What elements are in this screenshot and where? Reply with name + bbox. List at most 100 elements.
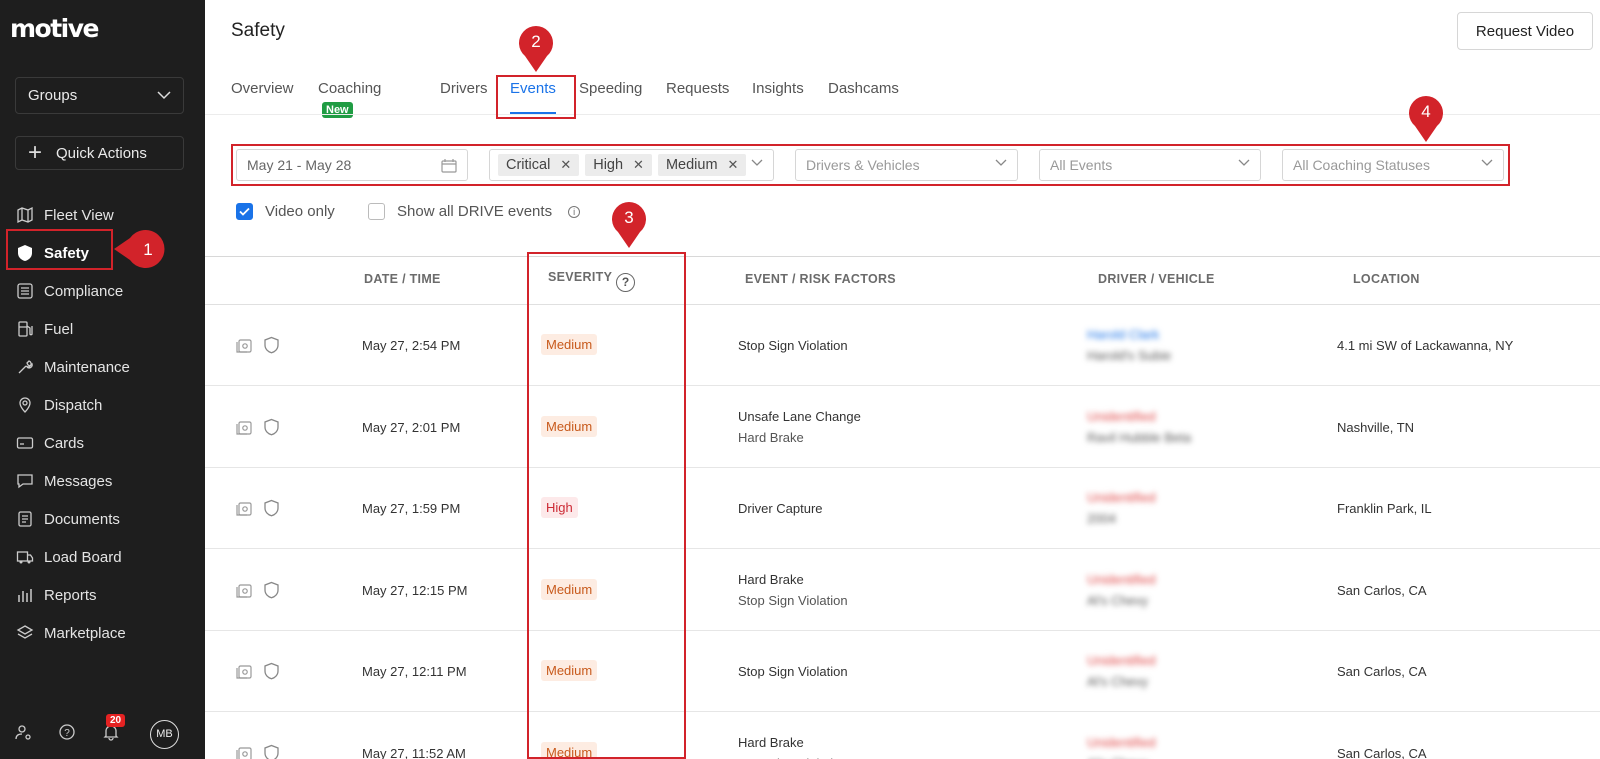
- event-location: San Carlos, CA: [1337, 664, 1427, 679]
- coaching-status-placeholder: All Coaching Statuses: [1293, 157, 1430, 173]
- groups-dropdown[interactable]: Groups: [15, 77, 184, 114]
- column-header-datetime[interactable]: DATE / TIME: [364, 272, 441, 286]
- quick-actions-button[interactable]: + Quick Actions: [15, 136, 184, 170]
- help-icon[interactable]: ?: [58, 723, 76, 746]
- vehicle-name[interactable]: Harold's Subie: [1087, 348, 1171, 363]
- header-divider: [205, 114, 1600, 115]
- vehicle-name[interactable]: Al's Chevy: [1087, 593, 1148, 608]
- event-type: Stop Sign Violation: [738, 338, 848, 353]
- annotation-number: 3: [624, 208, 634, 227]
- event-type: Hard Brake: [738, 572, 804, 587]
- driver-name[interactable]: Unidentified: [1087, 735, 1156, 750]
- driver-name[interactable]: Unidentified: [1087, 409, 1156, 424]
- severity-chip-critical[interactable]: Critical ✕: [498, 154, 580, 176]
- video-only-checkbox[interactable]: [236, 203, 253, 220]
- sidebar-item-safety[interactable]: Safety: [0, 234, 205, 272]
- show-drive-checkbox[interactable]: [368, 203, 385, 220]
- annotation-number: 4: [1421, 102, 1431, 121]
- events-filter[interactable]: All Events: [1039, 149, 1261, 181]
- sidebar-item-cards[interactable]: Cards: [0, 424, 205, 462]
- sidebar-item-dispatch[interactable]: Dispatch: [0, 386, 205, 424]
- shield-icon[interactable]: [263, 662, 280, 680]
- sidebar-item-messages[interactable]: Messages: [0, 462, 205, 500]
- driver-name[interactable]: Unidentified: [1087, 653, 1156, 668]
- sidebar-item-fuel[interactable]: Fuel: [0, 310, 205, 348]
- event-datetime: May 27, 12:11 PM: [362, 664, 467, 679]
- plus-icon: +: [28, 139, 43, 166]
- table-row[interactable]: May 27, 11:52 AMMediumHard BrakeStop Sig…: [205, 713, 1600, 759]
- video-clip-icon[interactable]: [236, 582, 253, 599]
- column-header-severity[interactable]: SEVERITY?: [548, 270, 636, 292]
- shield-icon[interactable]: [263, 336, 280, 354]
- info-icon[interactable]: i: [568, 205, 581, 218]
- table-row[interactable]: May 27, 12:11 PM Medium Stop Sign Violatio…: [205, 631, 1600, 712]
- severity-badge: Medium: [541, 742, 598, 759]
- table-row[interactable]: May 27, 1:59 PM High Driver Capture Unident…: [205, 468, 1600, 549]
- vehicle-name[interactable]: Al's Chevy: [1087, 674, 1148, 689]
- severity-chip-medium[interactable]: Medium ✕: [657, 154, 747, 176]
- video-only-checkbox-row[interactable]: Video only: [236, 203, 335, 220]
- row-icons: [236, 581, 280, 599]
- sidebar-item-marketplace[interactable]: Marketplace: [0, 614, 205, 652]
- sidebar-item-reports[interactable]: Reports: [0, 576, 205, 614]
- tab-drivers[interactable]: Drivers: [440, 78, 488, 114]
- table-row[interactable]: May 27, 2:54 PM Medium Stop Sign Violation…: [205, 305, 1600, 386]
- notifications-button[interactable]: 20: [102, 713, 126, 746]
- video-clip-icon[interactable]: [236, 419, 253, 436]
- severity-chip-high[interactable]: High ✕: [585, 154, 652, 176]
- column-header-driver[interactable]: DRIVER / VEHICLE: [1098, 272, 1215, 286]
- page-title: Safety: [231, 20, 285, 41]
- sidebar-item-documents[interactable]: Documents: [0, 500, 205, 538]
- shield-icon[interactable]: [263, 581, 280, 599]
- sidebar-item-fleet-view[interactable]: Fleet View: [0, 196, 205, 234]
- column-header-event[interactable]: EVENT / RISK FACTORS: [745, 272, 896, 286]
- tab-coaching[interactable]: Coaching New: [318, 78, 381, 118]
- row-icons: [236, 662, 280, 680]
- user-settings-icon[interactable]: [14, 723, 32, 746]
- map-icon: [16, 206, 34, 224]
- shield-icon[interactable]: [263, 499, 280, 517]
- avatar[interactable]: MB: [150, 719, 179, 749]
- tab-events[interactable]: Events: [496, 78, 570, 114]
- close-icon[interactable]: ✕: [633, 157, 644, 173]
- chip-label: Medium: [665, 157, 718, 173]
- sidebar-item-load-board[interactable]: Load Board: [0, 538, 205, 576]
- severity-filter[interactable]: Critical ✕ High ✕ Medium ✕: [489, 149, 774, 181]
- video-clip-icon[interactable]: [236, 745, 253, 759]
- column-header-location[interactable]: LOCATION: [1353, 272, 1420, 286]
- shield-icon[interactable]: [263, 418, 280, 436]
- coaching-status-filter[interactable]: All Coaching Statuses: [1282, 149, 1504, 181]
- tab-requests[interactable]: Requests: [666, 78, 729, 114]
- tab-insights[interactable]: Insights: [752, 78, 804, 114]
- driver-name[interactable]: Harold Clark: [1087, 327, 1159, 342]
- help-icon[interactable]: ?: [616, 272, 636, 292]
- table-row[interactable]: May 27, 2:01 PM Medium Unsafe Lane Change H…: [205, 387, 1600, 468]
- drivers-vehicles-filter[interactable]: Drivers & Vehicles: [795, 149, 1018, 181]
- shield-icon[interactable]: [263, 744, 280, 759]
- annotation-number: 2: [531, 32, 541, 51]
- close-icon[interactable]: ✕: [728, 157, 739, 173]
- video-clip-icon[interactable]: [236, 500, 253, 517]
- layers-icon: [16, 624, 34, 642]
- driver-name[interactable]: Unidentified: [1087, 572, 1156, 587]
- tab-speeding[interactable]: Speeding: [579, 78, 642, 114]
- vehicle-name[interactable]: Ravil Hubble Beta: [1087, 430, 1191, 445]
- video-clip-icon[interactable]: [236, 337, 253, 354]
- close-icon[interactable]: ✕: [560, 157, 571, 173]
- tab-overview[interactable]: Overview: [231, 78, 294, 114]
- sidebar-item-compliance[interactable]: Compliance: [0, 272, 205, 310]
- motive-logo[interactable]: motive: [10, 14, 100, 43]
- vehicle-name[interactable]: 2004: [1087, 511, 1116, 526]
- sidebar-item-label: Fleet View: [44, 206, 114, 224]
- sidebar-item-maintenance[interactable]: Maintenance: [0, 348, 205, 386]
- show-drive-checkbox-row[interactable]: Show all DRIVE events i: [368, 203, 581, 220]
- table-row[interactable]: May 27, 12:15 PM Medium Hard Brake Stop Sig…: [205, 550, 1600, 631]
- annotation-marker-3: 3: [611, 202, 647, 250]
- event-type: Driver Capture: [738, 501, 823, 516]
- event-datetime: May 27, 11:52 AM: [362, 746, 466, 759]
- tab-dashcams[interactable]: Dashcams: [828, 78, 899, 114]
- driver-name[interactable]: Unidentified: [1087, 490, 1156, 505]
- date-range-picker[interactable]: May 21 - May 28: [236, 149, 468, 181]
- video-clip-icon[interactable]: [236, 663, 253, 680]
- request-video-button[interactable]: Request Video: [1457, 12, 1593, 50]
